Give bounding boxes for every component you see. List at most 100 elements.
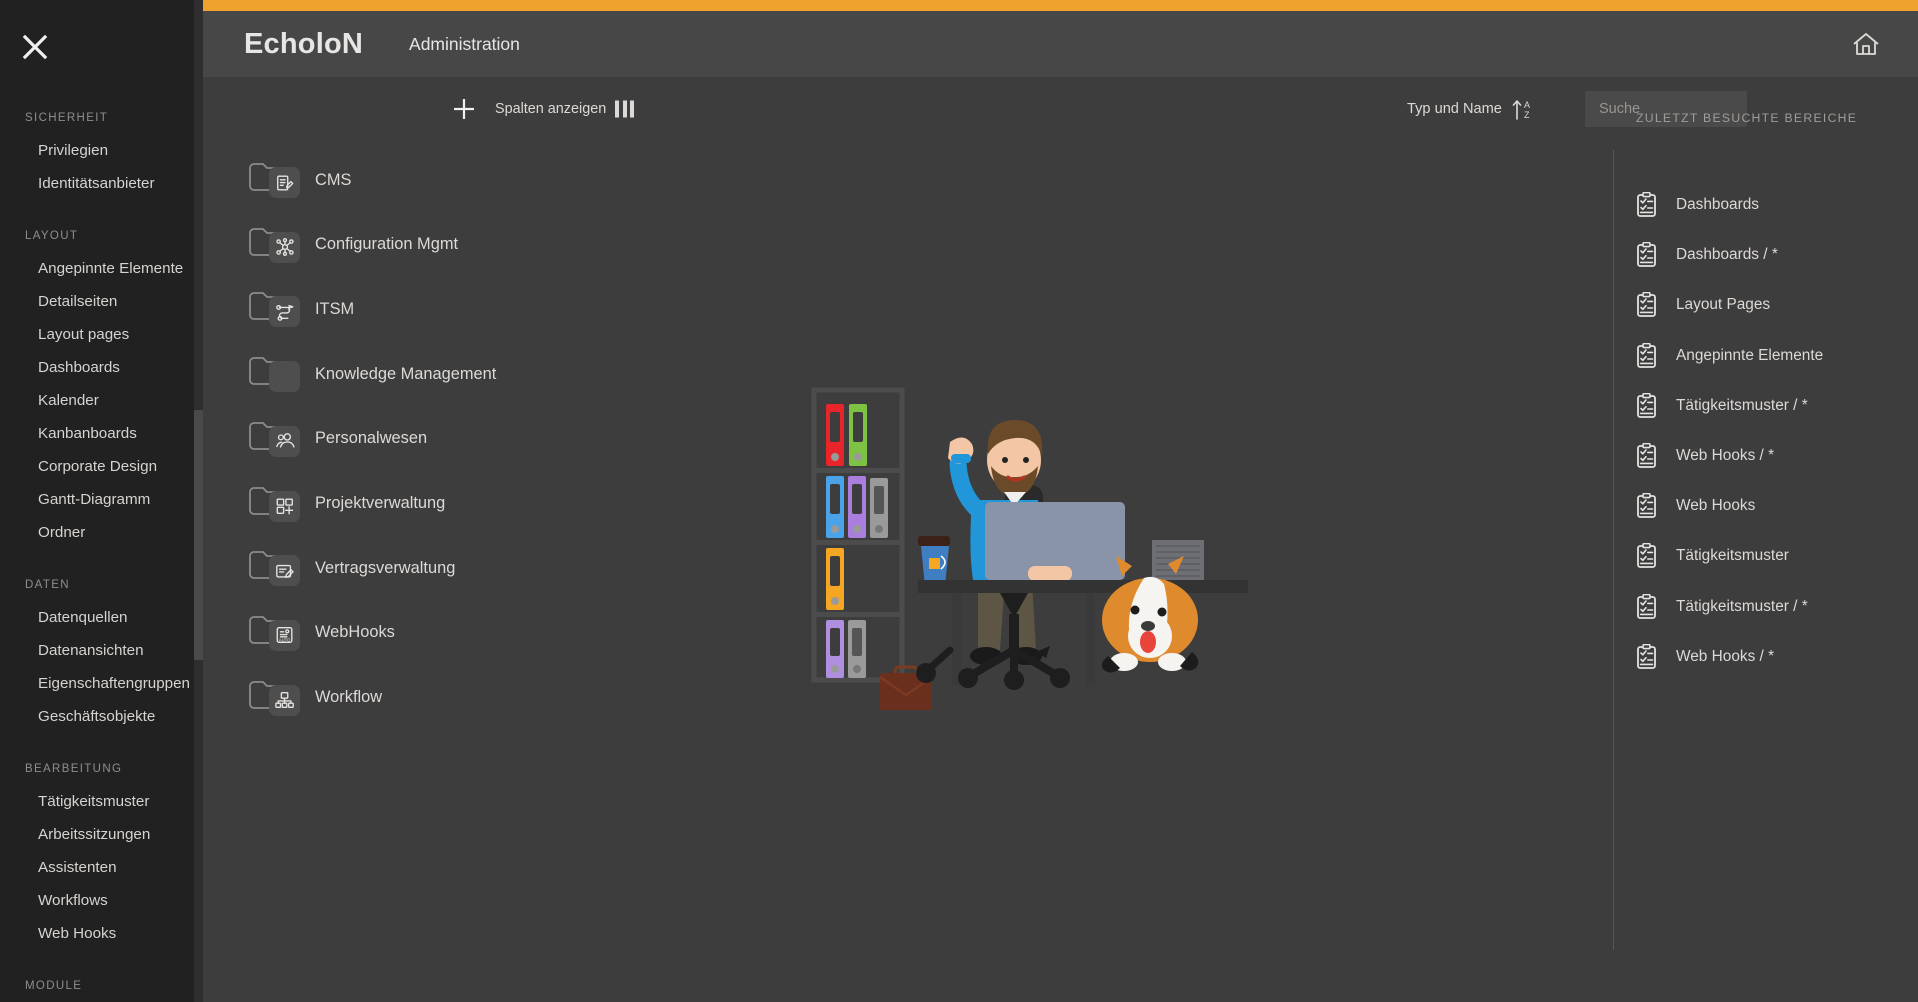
sidebar-item-gesch-ftsobjekte[interactable]: Geschäftsobjekte — [0, 700, 203, 733]
recent-item-label: Web Hooks / * — [1676, 647, 1775, 665]
sidebar-item-label: Ordner — [38, 523, 86, 541]
binder — [848, 476, 866, 538]
binder — [826, 548, 844, 610]
recent-item-dashboards[interactable]: Dashboards / * — [1636, 241, 1778, 268]
sidebar-scrollbar-thumb[interactable] — [194, 410, 203, 660]
sidebar-item-kanbanboards[interactable]: Kanbanboards — [0, 417, 203, 450]
clipboard-checklist-icon — [1636, 492, 1658, 519]
sidebar-item-identit-tsanbieter[interactable]: Identitätsanbieter — [0, 167, 203, 200]
columns-icon[interactable] — [615, 100, 634, 117]
sidebar-item-kalender[interactable]: Kalender — [0, 384, 203, 417]
folder-label: WebHooks — [315, 623, 395, 642]
sidebar-item-datenansichten[interactable]: Datenansichten — [0, 634, 203, 667]
blank-icon — [269, 361, 300, 393]
folder-label: Projektverwaltung — [315, 494, 446, 512]
recent-item-t-tigkeitsmuster[interactable]: Tätigkeitsmuster — [1636, 543, 1789, 569]
sidebar-item-label: Workflows — [38, 891, 108, 909]
show-columns-button[interactable]: Spalten anzeigen — [495, 101, 606, 117]
sidebar-item-arbeitssitzungen[interactable]: Arbeitssitzungen — [0, 818, 203, 851]
sidebar-scrollbar[interactable] — [194, 0, 203, 1002]
folder-item-itsm[interactable]: ITSM — [248, 289, 354, 329]
sidebar-item-label: Gantt-Diagramm — [38, 490, 151, 508]
recent-item-layout-pages[interactable]: Layout Pages — [1636, 292, 1770, 318]
sidebar-item-dashboards[interactable]: Dashboards — [0, 351, 203, 384]
recent-item-label: Dashboards / * — [1676, 246, 1778, 264]
folder-item-cms[interactable]: CMS — [248, 160, 351, 200]
sidebar-item-label: Kanbanboards — [38, 424, 137, 442]
sidebar-item-ordner[interactable]: Ordner — [0, 516, 203, 549]
sidebar-item-label: Identitätsanbieter — [38, 174, 155, 192]
sidebar-item-label: Assistenten — [38, 858, 117, 876]
svg-text:A: A — [1524, 100, 1530, 110]
auto-webhook-icon: AUTO — [269, 619, 300, 651]
folder-label: Personalwesen — [315, 429, 428, 448]
grid-plus-icon — [269, 490, 300, 522]
plus-icon[interactable] — [451, 96, 477, 122]
folder-item-projektverwaltung[interactable]: Projektverwaltung — [248, 484, 445, 524]
clipboard-checklist-icon — [1636, 643, 1658, 670]
clipboard-checklist-icon — [1636, 191, 1658, 218]
app-header: EcholoN Administration — [203, 11, 1918, 77]
folder-item-configuration-mgmt[interactable]: Configuration Mgmt — [248, 225, 458, 265]
nav-group-title-daten: DATEN — [25, 579, 70, 591]
binder — [826, 404, 844, 466]
recent-item-angepinnte-elemente[interactable]: Angepinnte Elemente — [1636, 342, 1824, 369]
sidebar: SICHERHEIT Privilegien Identitätsanbieter L… — [0, 0, 203, 1002]
recent-item-label: Web Hooks / * — [1676, 447, 1775, 464]
coffee-cup — [918, 536, 950, 586]
sidebar-item-label: Dashboards — [38, 358, 120, 376]
sort-az-ascending-icon[interactable]: A Z — [1511, 97, 1533, 121]
clipboard-checklist-icon — [1636, 442, 1658, 469]
folder-icon — [248, 289, 300, 329]
folder-item-personalwesen[interactable]: Personalwesen — [248, 419, 427, 459]
nav-group-title-bearbeitung: BEARBEITUNG — [25, 763, 123, 775]
sort-field-label[interactable]: Typ und Name — [1407, 101, 1502, 117]
sidebar-item-web-hooks[interactable]: Web Hooks — [0, 917, 203, 950]
sidebar-item-angepinnte-elemente[interactable]: Angepinnte Elemente — [0, 252, 203, 285]
brand-logo[interactable]: EcholoN — [244, 28, 363, 61]
recent-item-web-hooks[interactable]: Web Hooks / * — [1636, 442, 1775, 469]
recent-item-dashboards[interactable]: Dashboards — [1636, 191, 1759, 218]
recent-item-web-hooks[interactable]: Web Hooks / * — [1636, 643, 1775, 670]
recent-item-t-tigkeitsmuster[interactable]: Tätigkeitsmuster / * — [1636, 593, 1808, 620]
sidebar-item-t-tigkeitsmuster[interactable]: Tätigkeitsmuster — [0, 785, 203, 818]
network-nodes-icon — [269, 231, 300, 263]
binder — [870, 478, 888, 538]
folder-item-knowledge-management[interactable]: Knowledge Management — [248, 354, 496, 394]
sidebar-item-datenquellen[interactable]: Datenquellen — [0, 601, 203, 634]
recent-item-label: Layout Pages — [1676, 296, 1771, 314]
folder-label: Vertragsverwaltung — [315, 558, 456, 577]
folder-item-workflow[interactable]: Workflow — [248, 678, 382, 718]
sidebar-item-eigenschaftengruppen[interactable]: Eigenschaftengruppen — [0, 667, 203, 700]
clipboard-checklist-icon — [1636, 392, 1658, 419]
content-toolbar: Spalten anzeigen Typ und Name A Z — [203, 77, 1918, 140]
folder-item-vertragsverwaltung[interactable]: Vertragsverwaltung — [248, 548, 455, 588]
sidebar-item-gantt-diagramm[interactable]: Gantt-Diagramm — [0, 483, 203, 516]
sidebar-item-assistenten[interactable]: Assistenten — [0, 851, 203, 884]
home-icon[interactable] — [1846, 24, 1886, 64]
sidebar-item-privilegien[interactable]: Privilegien — [0, 134, 203, 167]
recent-item-web-hooks[interactable]: Web Hooks — [1636, 492, 1756, 519]
recent-areas-title: ZULETZT BESUCHTE BEREICHE — [1636, 111, 1858, 125]
folder-item-webhooks[interactable]: AUTO WebHooks — [248, 613, 395, 653]
recent-item-label: Web Hooks — [1676, 497, 1756, 515]
sidebar-item-corporate-design[interactable]: Corporate Design — [0, 450, 203, 483]
close-icon[interactable] — [16, 28, 54, 66]
sidebar-item-label: Kalender — [38, 391, 99, 409]
nav-group-title-layout: LAYOUT — [25, 230, 79, 242]
svg-text:AUTO: AUTO — [278, 638, 290, 643]
recent-item-label: Angepinnte Elemente — [1676, 346, 1824, 364]
sidebar-item-label: Tätigkeitsmuster — [38, 792, 150, 810]
sidebar-item-label: Layout pages — [38, 325, 130, 343]
sidebar-item-workflows[interactable]: Workflows — [0, 884, 203, 917]
recent-item-t-tigkeitsmuster[interactable]: Tätigkeitsmuster / * — [1636, 392, 1808, 419]
sidebar-item-label: Web Hooks — [38, 924, 117, 942]
folder-label: Knowledge Management — [315, 364, 497, 383]
sidebar-item-label: Corporate Design — [38, 457, 158, 475]
binder — [849, 404, 867, 466]
nav-group-title-sicherheit: SICHERHEIT — [25, 112, 109, 124]
sidebar-item-detailseiten[interactable]: Detailseiten — [0, 285, 203, 318]
sidebar-nav: SICHERHEIT Privilegien Identitätsanbieter L… — [0, 110, 203, 1002]
sidebar-item-layout-pages[interactable]: Layout pages — [0, 318, 203, 351]
clipboard-checklist-icon — [1636, 543, 1658, 569]
